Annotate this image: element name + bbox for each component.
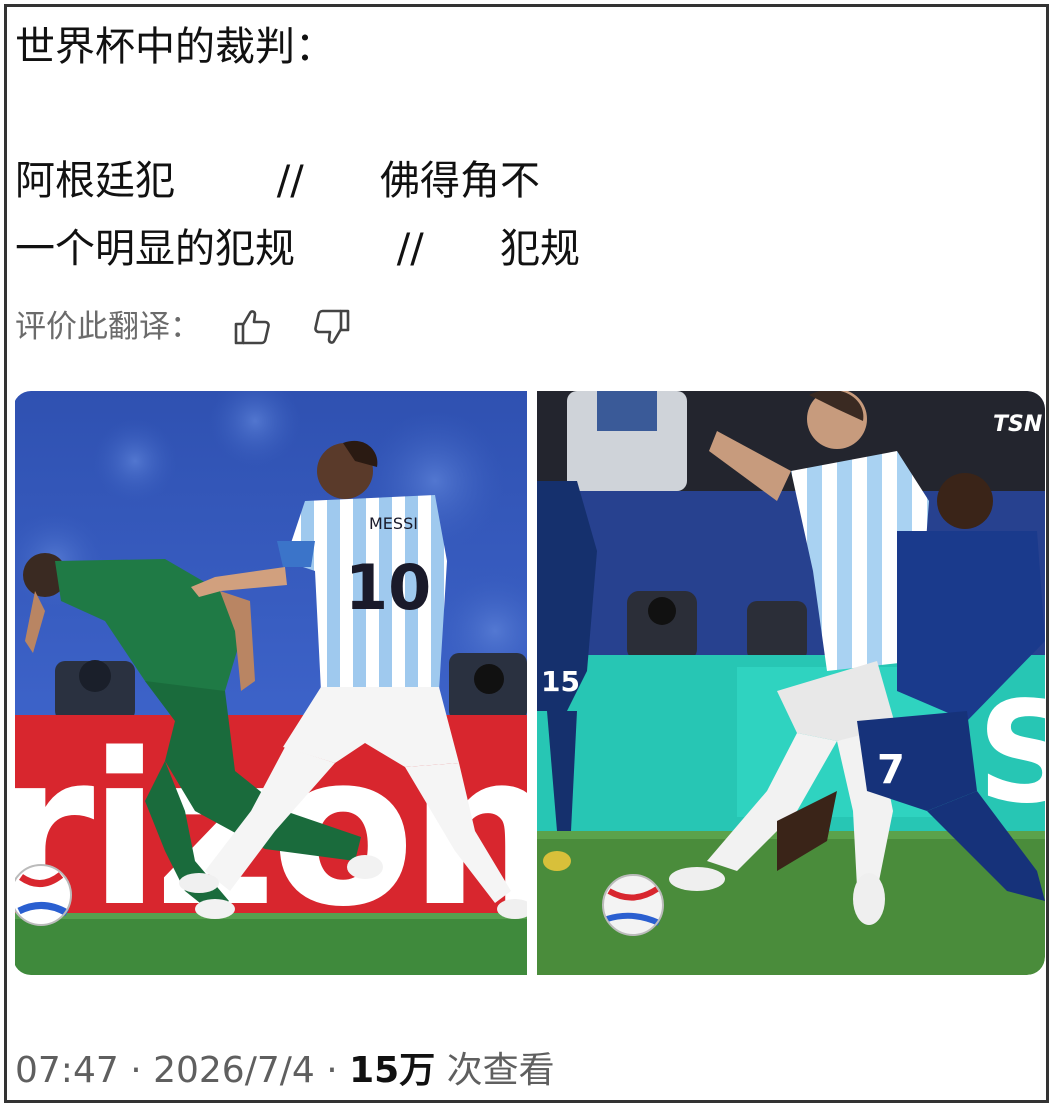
opponent-number-7: 7 <box>877 747 905 793</box>
svg-text:10: 10 <box>345 551 431 624</box>
broadcast-logo: TSN <box>993 412 1042 437</box>
post-text-line-3: 一个明显的犯规 // 犯规 <box>15 226 580 272</box>
post-text-line-1: 世界杯中的裁判： <box>15 24 335 70</box>
post-meta: 07:47 · 2026/7/4 · 15万 次查看 <box>15 1045 555 1097</box>
translation-rating-label: 评价此翻译： <box>15 309 201 345</box>
thumbs-down-icon <box>314 309 350 344</box>
view-label: 次查看 <box>435 1050 555 1091</box>
football-photo-left: rizon <box>15 391 527 975</box>
view-count[interactable]: 15万 <box>349 1050 435 1091</box>
thumbs-up-icon <box>234 310 270 345</box>
tweet-card: 世界杯中的裁判： 阿根廷犯 // 佛得角不 一个明显的犯规 // 犯规 评价此翻… <box>4 4 1049 1103</box>
photo-left[interactable]: rizon <box>15 391 527 975</box>
translation-rating-row: 评价此翻译： <box>15 303 355 351</box>
football-right <box>602 874 664 936</box>
post-date: 2026/7/4 <box>153 1050 315 1091</box>
post-text-line-2: 阿根廷犯 // 佛得角不 <box>15 158 540 204</box>
opponent-number-15: 15 <box>541 665 580 698</box>
football-photo-right: S TSN 15 7 <box>537 391 1045 975</box>
media-grid: rizon <box>13 391 1045 975</box>
jersey-name: MESSI <box>369 514 418 533</box>
post-time: 07:47 <box>15 1050 119 1091</box>
meta-separator: · <box>314 1050 350 1091</box>
thumbs-up-button[interactable] <box>229 304 275 350</box>
photo-right[interactable]: S TSN 15 7 <box>537 391 1045 975</box>
thumbs-down-button[interactable] <box>309 304 355 350</box>
football-left <box>15 864 72 926</box>
meta-separator: · <box>118 1050 154 1091</box>
